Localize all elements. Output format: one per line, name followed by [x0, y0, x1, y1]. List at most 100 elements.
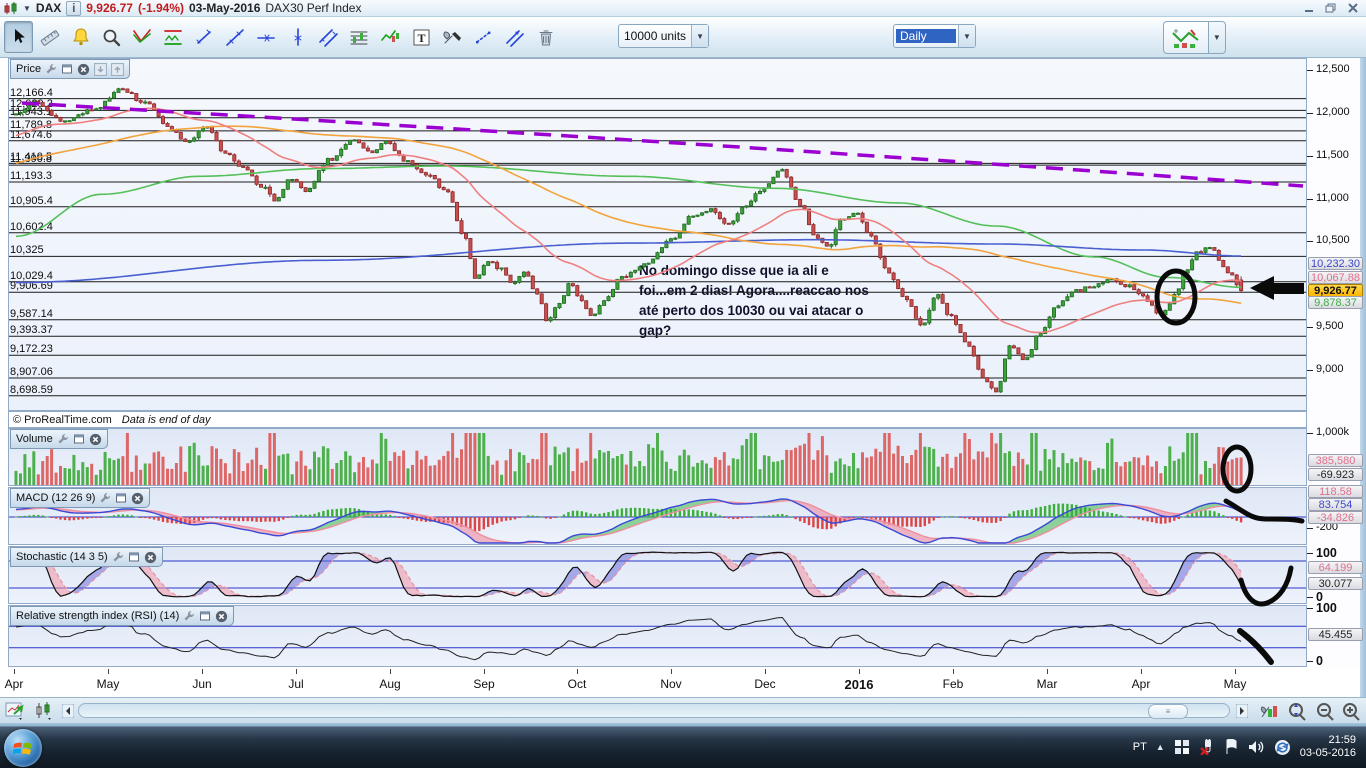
- chart-settings-button[interactable]: [1256, 700, 1282, 721]
- chart-style-button[interactable]: ▼: [1163, 21, 1226, 54]
- month-tick: [390, 669, 391, 674]
- restore-button[interactable]: [1321, 1, 1340, 15]
- close-panel-icon[interactable]: [89, 433, 102, 446]
- start-button[interactable]: [4, 729, 42, 767]
- tool-text-icon[interactable]: T: [407, 21, 436, 53]
- tray-action-center-icon[interactable]: [1224, 739, 1239, 755]
- price-level-label: 10,905.4: [10, 195, 53, 207]
- stochastic-panel[interactable]: [8, 546, 1307, 604]
- volume-panel-header[interactable]: Volume: [10, 429, 108, 449]
- tray-windows-icon[interactable]: [1174, 739, 1190, 755]
- wrench-icon[interactable]: [45, 63, 57, 75]
- price-panel[interactable]: [8, 58, 1307, 411]
- price-level-label: 8,698.59: [10, 384, 53, 396]
- data-note: Data is end of day: [121, 413, 211, 426]
- units-dropdown-caret[interactable]: ▼: [691, 25, 709, 47]
- month-label: Oct: [567, 677, 587, 691]
- zoom-in-button[interactable]: [1338, 700, 1364, 721]
- instrument-name[interactable]: DAX: [36, 1, 61, 15]
- tray-volume-icon[interactable]: [1248, 739, 1265, 755]
- wrench-icon[interactable]: [57, 433, 69, 445]
- collapse-down-icon[interactable]: [94, 62, 108, 76]
- tool-pattern-range-icon[interactable]: [159, 21, 188, 53]
- rsi-panel-header[interactable]: Relative strength index (RSI) (14): [10, 606, 235, 626]
- window-icon[interactable]: [199, 610, 211, 622]
- window-right-edge: [1360, 17, 1366, 723]
- tool-vertical-line-icon[interactable]: [283, 21, 312, 53]
- tool-segment-icon[interactable]: [190, 21, 219, 53]
- wrench-icon[interactable]: [183, 610, 195, 622]
- indicator-value-box: 10,232.30: [1308, 257, 1363, 270]
- tool-horizontal-line-icon[interactable]: [252, 21, 281, 53]
- timeframe-dropdown-caret[interactable]: ▼: [958, 25, 975, 47]
- tool-dotted-segment-icon[interactable]: [469, 21, 498, 53]
- collapse-up-icon[interactable]: [111, 62, 125, 76]
- month-label: Feb: [942, 677, 964, 691]
- macd-panel-header[interactable]: MACD (12 26 9): [10, 488, 151, 508]
- stochastic-value-box: 30.077: [1308, 577, 1363, 590]
- tool-line-icon[interactable]: [221, 21, 250, 53]
- price-axis-tick: 12,500: [1316, 63, 1350, 75]
- tool-parallel-arrow-icon[interactable]: [500, 21, 529, 53]
- language-indicator[interactable]: PT: [1133, 741, 1147, 753]
- scrollbar-trough[interactable]: [78, 703, 1230, 718]
- month-tick: [953, 669, 954, 674]
- info-icon[interactable]: i: [66, 0, 82, 16]
- volume-axis-tick: 1,000k: [1316, 426, 1350, 438]
- scroll-left-button[interactable]: [60, 700, 76, 721]
- wrench-icon[interactable]: [112, 551, 124, 563]
- tool-levels-icon[interactable]: [345, 21, 374, 53]
- volume-panel[interactable]: [8, 428, 1307, 486]
- export-chart-button[interactable]: [3, 700, 29, 721]
- chart-style-icon[interactable]: [1163, 21, 1209, 54]
- price-axis-tick-mark: [1307, 370, 1313, 371]
- chart-style-caret[interactable]: ▼: [1208, 21, 1226, 54]
- price-axis-tick-mark: [1307, 113, 1313, 114]
- window-titlebar: ▼ DAX i 9,926.77 (-1.94%) 03-May-2016 DA…: [0, 0, 1366, 17]
- units-dropdown[interactable]: 10000 units ▼: [618, 24, 710, 48]
- stochastic-axis-tick-mark: [1307, 597, 1313, 598]
- tray-network-error-icon[interactable]: [1199, 739, 1215, 755]
- close-panel-icon[interactable]: [77, 63, 90, 76]
- timeframe-dropdown[interactable]: Daily ▼: [893, 24, 976, 48]
- tray-sync-icon[interactable]: [1274, 739, 1291, 756]
- scroll-right-button[interactable]: [1234, 700, 1250, 721]
- wrench-icon[interactable]: [99, 492, 111, 504]
- minimize-button[interactable]: [1299, 1, 1318, 15]
- scrollbar-thumb[interactable]: ≡: [1148, 704, 1188, 719]
- price-level-label: 10,602.4: [10, 221, 53, 233]
- close-panel-icon[interactable]: [131, 492, 144, 505]
- price-axis-tick-mark: [1307, 241, 1313, 242]
- macd-panel[interactable]: [8, 487, 1307, 545]
- rsi-axis-tick-mark: [1307, 661, 1313, 662]
- tool-parallel-lines-icon[interactable]: [314, 21, 343, 53]
- window-icon[interactable]: [115, 492, 127, 504]
- price-panel-header[interactable]: Price: [10, 59, 131, 79]
- show-hidden-icons-button[interactable]: ▲: [1156, 742, 1165, 752]
- stoch-panel-header[interactable]: Stochastic (14 3 5): [10, 547, 163, 567]
- fit-zoom-button[interactable]: [1284, 700, 1310, 721]
- window-icon[interactable]: [73, 433, 85, 445]
- tool-zoom-icon[interactable]: [97, 21, 126, 53]
- zoom-out-button[interactable]: [1312, 700, 1338, 721]
- tool-cursor-icon[interactable]: [4, 21, 33, 53]
- display-mode-button[interactable]: [32, 700, 58, 721]
- tool-alarm-icon[interactable]: [66, 21, 95, 53]
- macd-value-box: -34.826: [1308, 511, 1363, 524]
- price-level-label: 11,193.3: [10, 170, 53, 182]
- close-button[interactable]: [1343, 1, 1362, 15]
- instrument-dropdown-caret[interactable]: ▼: [23, 4, 31, 13]
- clock-time: 21:59: [1328, 734, 1356, 746]
- tool-ruler-icon[interactable]: [35, 21, 64, 53]
- tool-pattern-down-icon[interactable]: [128, 21, 157, 53]
- tool-forecast-icon[interactable]: [376, 21, 405, 53]
- close-panel-icon[interactable]: [215, 610, 228, 623]
- window-icon[interactable]: [128, 551, 140, 563]
- tool-settings-icon[interactable]: [438, 21, 467, 53]
- chart-annotation-text[interactable]: No domingo disse que ia ali e foi...em 2…: [639, 261, 975, 341]
- window-icon[interactable]: [61, 63, 73, 75]
- tool-delete-icon[interactable]: [531, 21, 560, 53]
- close-panel-icon[interactable]: [144, 551, 157, 564]
- clock[interactable]: 21:59 03-05-2016: [1300, 734, 1356, 760]
- price-panel-title: Price: [16, 63, 42, 75]
